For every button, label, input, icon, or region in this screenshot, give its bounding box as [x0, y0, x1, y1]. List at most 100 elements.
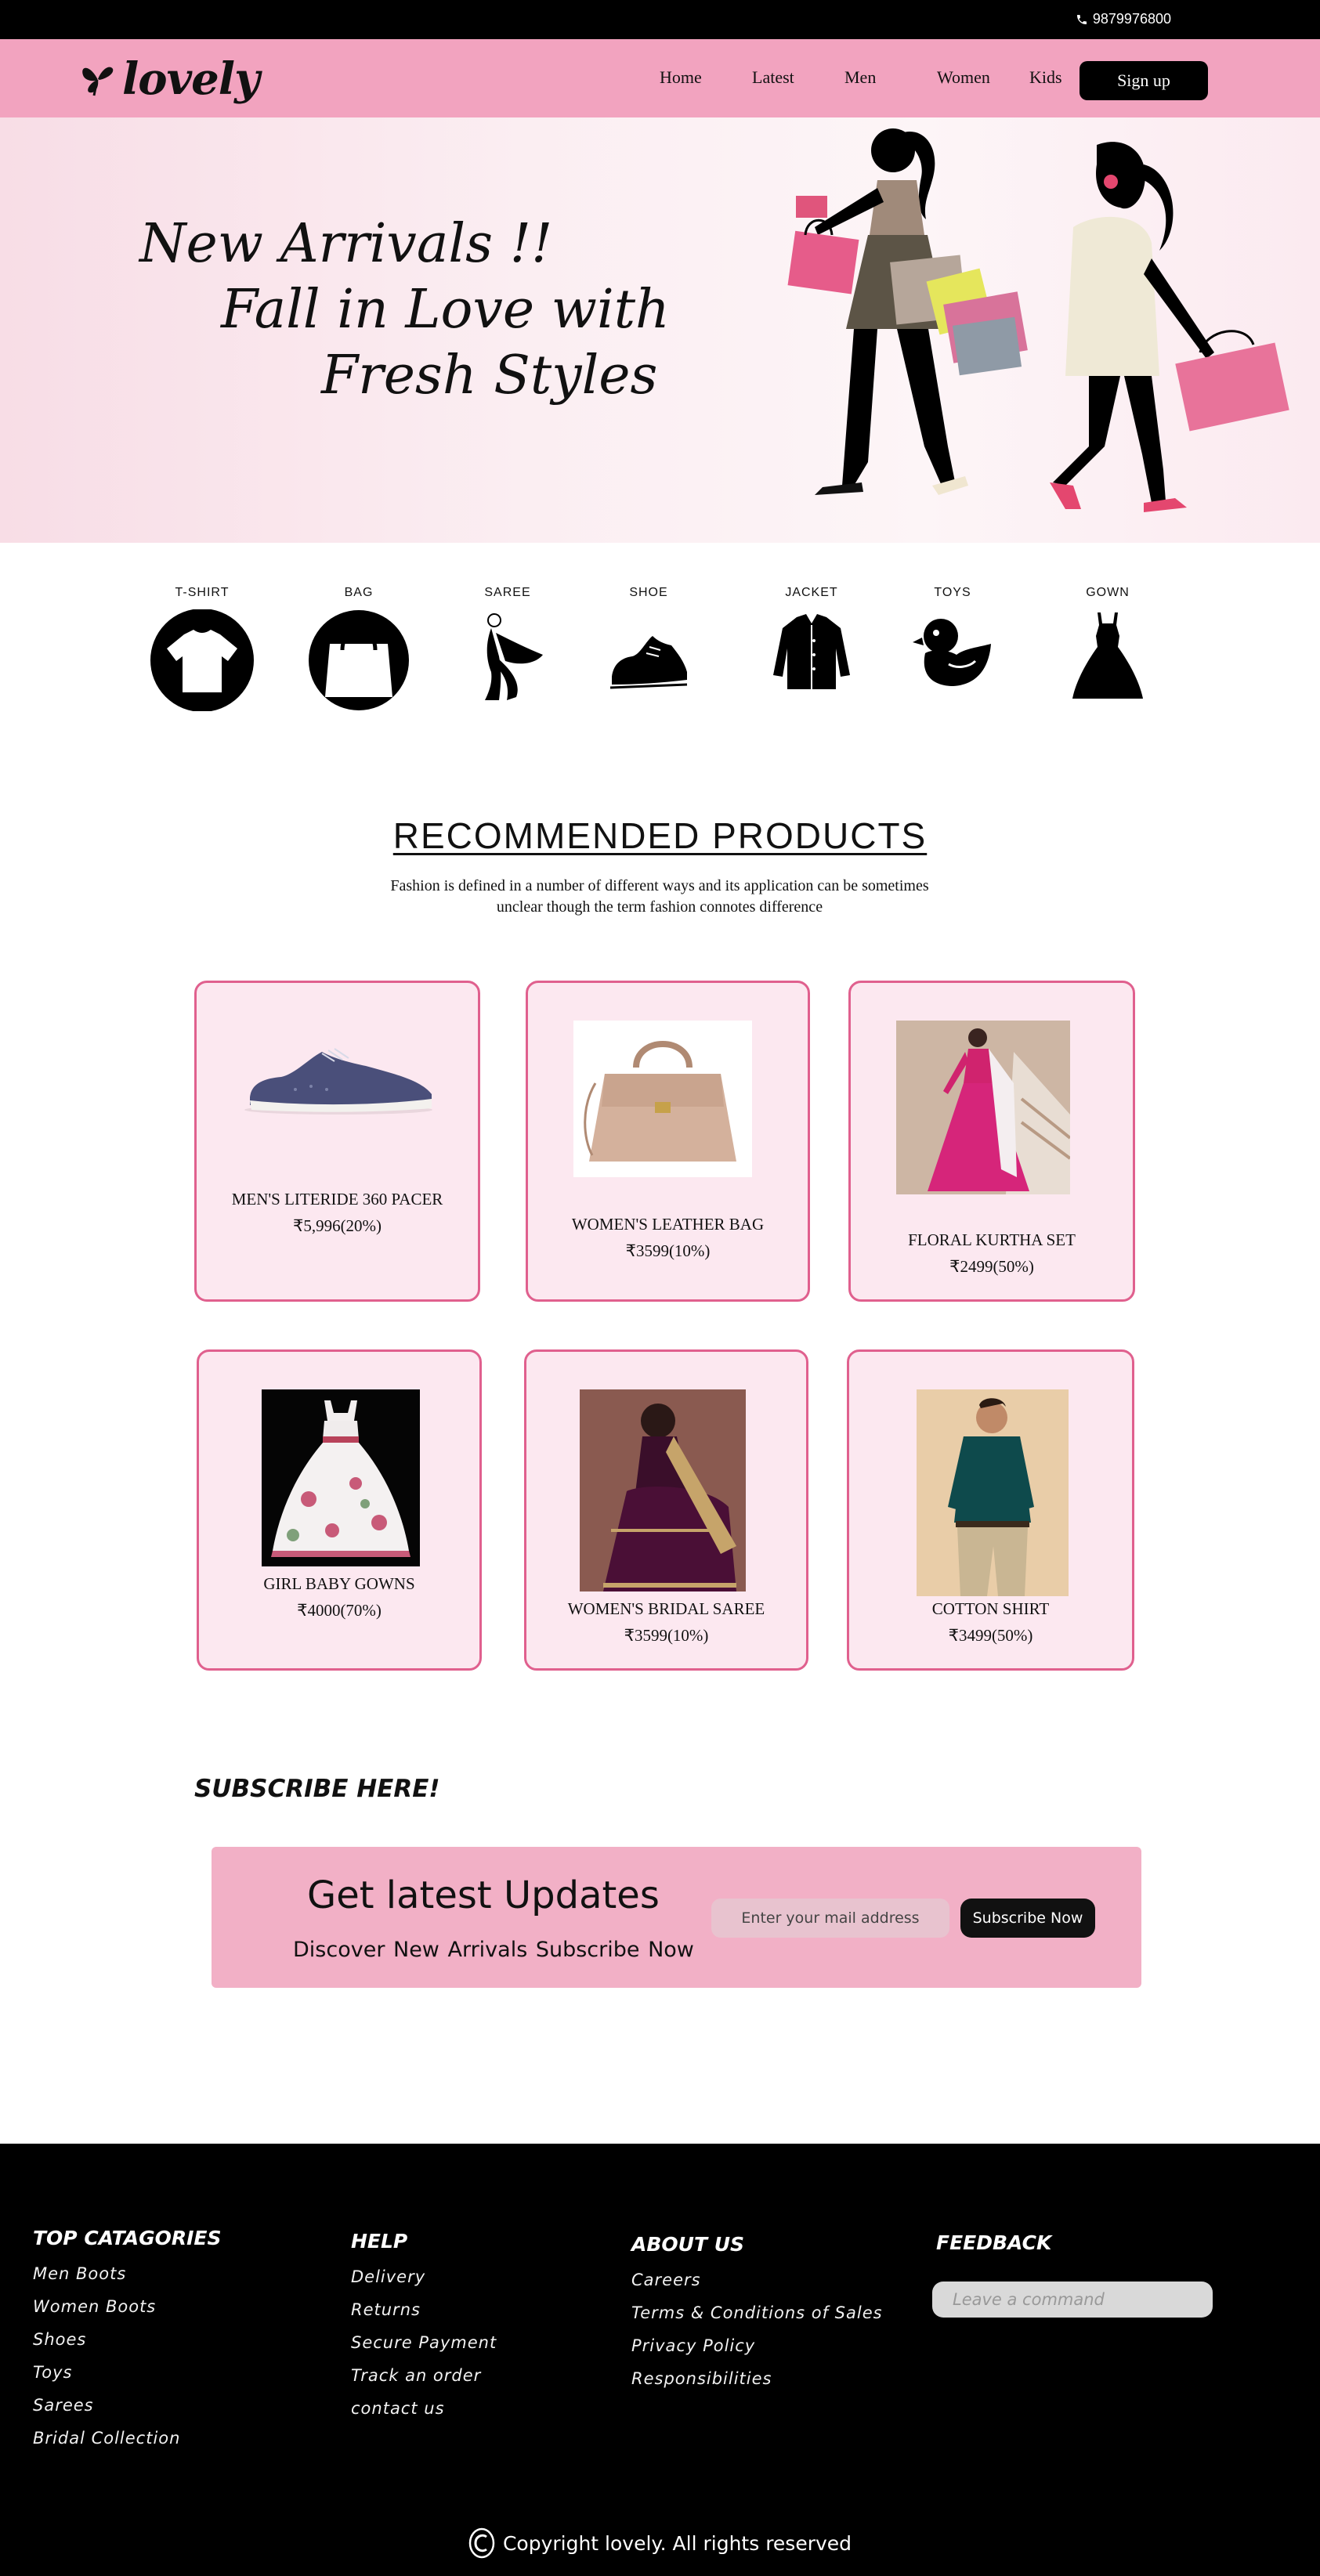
tshirt-icon [150, 609, 254, 711]
product-name: WOMEN'S BRIDAL SAREE [567, 1599, 765, 1618]
footer-link-toys[interactable]: Toys [33, 2356, 222, 2389]
footer-link-men-boots[interactable]: Men Boots [33, 2257, 222, 2290]
category-toys[interactable]: TOYS [890, 586, 1015, 695]
subscribe-tagline: Discover New Arrivals Subscribe Now [293, 1938, 694, 1962]
duck-icon [913, 619, 991, 686]
product-card-literide[interactable]: MEN'S LITERIDE 360 PACER ₹5,996(20%) [194, 981, 480, 1302]
category-label: TOYS [934, 586, 971, 599]
footer-link-shoes[interactable]: Shoes [33, 2323, 222, 2356]
category-label: BAG [344, 586, 374, 599]
brand-logo[interactable]: lovely [78, 53, 260, 105]
product-card-leather-bag[interactable]: WOMEN'S LEATHER BAG ₹3599(10%) [526, 981, 810, 1302]
hero-line-3: Fresh Styles [321, 345, 658, 406]
footer-link-women-boots[interactable]: Women Boots [33, 2290, 222, 2323]
product-name: MEN'S LITERIDE 360 PACER [231, 1190, 443, 1209]
top-bar: 9879976800 [0, 0, 1320, 39]
product-price: ₹3599(10%) [624, 1626, 709, 1645]
saree-icon [485, 613, 543, 700]
copyright-bar: Copyright lovely. All rights reserved [0, 2527, 1320, 2559]
hero-line-2: Fall in Love with [221, 279, 670, 341]
nav-men[interactable]: Men [844, 67, 876, 88]
product-price: ₹2499(50%) [949, 1257, 1034, 1276]
category-label: GOWN [1086, 586, 1130, 599]
feedback-input[interactable] [932, 2282, 1213, 2318]
footer-link-responsibilities[interactable]: Responsibilities [631, 2362, 883, 2395]
product-card-cotton-shirt[interactable]: COTTON SHIRT ₹3499(50%) [847, 1349, 1134, 1671]
footer-link-secure-payment[interactable]: Secure Payment [351, 2326, 497, 2359]
jacket-icon [773, 614, 850, 689]
footer-heading: HELP [351, 2230, 408, 2253]
product-image-baby-gown [262, 1389, 420, 1566]
gown-icon [1072, 612, 1143, 699]
phone-number: 9879976800 [1092, 11, 1171, 27]
category-label: SHOE [629, 586, 668, 599]
site-footer: TOP CATAGORIES Men Boots Women Boots Sho… [0, 2144, 1320, 2576]
product-price: ₹3599(10%) [625, 1241, 711, 1260]
recommended-title: RECOMMENDED PRODUCTS [0, 815, 1320, 857]
bag-icon [309, 610, 409, 710]
subscribe-panel: Get latest Updates Discover New Arrivals… [212, 1847, 1141, 1988]
product-price: ₹5,996(20%) [292, 1216, 382, 1235]
recommended-subtitle: Fashion is defined in a number of differ… [390, 877, 929, 916]
footer-link-terms[interactable]: Terms & Conditions of Sales [631, 2296, 883, 2329]
signup-button[interactable]: Sign up [1080, 61, 1208, 100]
footer-help: HELP Delivery Returns Secure Payment Tra… [351, 2230, 497, 2425]
category-bag[interactable]: BAG [296, 586, 421, 711]
footer-about: ABOUT US Careers Terms & Conditions of S… [631, 2233, 883, 2395]
category-saree[interactable]: SAREE [445, 586, 570, 703]
cotton-shirt-image-icon [917, 1389, 1069, 1596]
nav-women[interactable]: Women [937, 67, 990, 88]
phone-contact[interactable]: 9879976800 [1076, 11, 1171, 27]
nav-latest[interactable]: Latest [752, 67, 794, 88]
product-name: WOMEN'S LEATHER BAG [571, 1215, 765, 1234]
butterfly-logo-icon [82, 67, 114, 96]
hero-line-1: New Arrivals !! [139, 213, 553, 275]
category-tshirt[interactable]: T-SHIRT [139, 586, 265, 711]
product-image-shoe [240, 1035, 436, 1121]
copyright-icon [468, 2527, 495, 2559]
subscribe-button[interactable]: Subscribe Now [960, 1899, 1095, 1938]
bridal-saree-image-icon [580, 1389, 746, 1591]
footer-link-privacy[interactable]: Privacy Policy [631, 2329, 883, 2362]
category-shoe[interactable]: SHOE [586, 586, 711, 695]
product-card-baby-gown[interactable]: GIRL BABY GOWNS ₹4000(70%) [197, 1349, 482, 1671]
footer-link-sarees[interactable]: Sarees [33, 2389, 222, 2422]
copyright-text: Copyright lovely. All rights reserved [502, 2531, 852, 2555]
product-image-shirt [917, 1389, 1069, 1596]
nav-home[interactable]: Home [660, 67, 702, 88]
leather-bag-image-icon [584, 1041, 736, 1162]
product-image-bag [573, 1021, 752, 1177]
footer-top-categories: TOP CATAGORIES Men Boots Women Boots Sho… [33, 2227, 222, 2455]
subscribe-heading: SUBSCRIBE HERE! [194, 1775, 440, 1803]
product-name: FLORAL KURTHA SET [908, 1230, 1076, 1249]
footer-link-track-order[interactable]: Track an order [351, 2359, 497, 2392]
shoe-icon [609, 636, 688, 689]
product-price: ₹4000(70%) [297, 1601, 382, 1620]
category-gown[interactable]: GOWN [1045, 586, 1170, 703]
kurtha-image-icon [896, 1021, 1070, 1194]
category-jacket[interactable]: JACKET [749, 586, 874, 695]
subscribe-email-input[interactable] [711, 1899, 949, 1938]
footer-link-bridal[interactable]: Bridal Collection [33, 2422, 222, 2455]
footer-link-contact[interactable]: contact us [351, 2392, 497, 2425]
main-navbar: lovely Home Latest Men Women Kids Sign u… [0, 39, 1320, 117]
hero-banner: New Arrivals !! Fall in Love with Fresh … [0, 117, 1320, 543]
footer-link-careers[interactable]: Careers [631, 2263, 883, 2296]
baby-gown-image-icon [262, 1389, 420, 1566]
category-label: JACKET [785, 586, 838, 599]
shopping-women-illustration [787, 128, 1289, 512]
footer-link-delivery[interactable]: Delivery [351, 2260, 497, 2293]
product-image-kurtha [896, 1021, 1070, 1194]
product-card-bridal-saree[interactable]: WOMEN'S BRIDAL SAREE ₹3599(10%) [524, 1349, 808, 1671]
subscribe-title: Get latest Updates [307, 1873, 660, 1917]
footer-heading: TOP CATAGORIES [33, 2227, 222, 2249]
product-price: ₹3499(50%) [948, 1626, 1033, 1645]
product-card-kurtha[interactable]: FLORAL KURTHA SET ₹2499(50%) [848, 981, 1135, 1302]
category-label: T-SHIRT [175, 586, 230, 599]
nav-kids[interactable]: Kids [1029, 67, 1062, 88]
category-label: SAREE [484, 586, 531, 599]
product-image-saree [580, 1389, 746, 1591]
recommended-title-text: RECOMMENDED PRODUCTS [392, 815, 928, 856]
footer-feedback: FEEDBACK [936, 2231, 1051, 2262]
footer-link-returns[interactable]: Returns [351, 2293, 497, 2326]
